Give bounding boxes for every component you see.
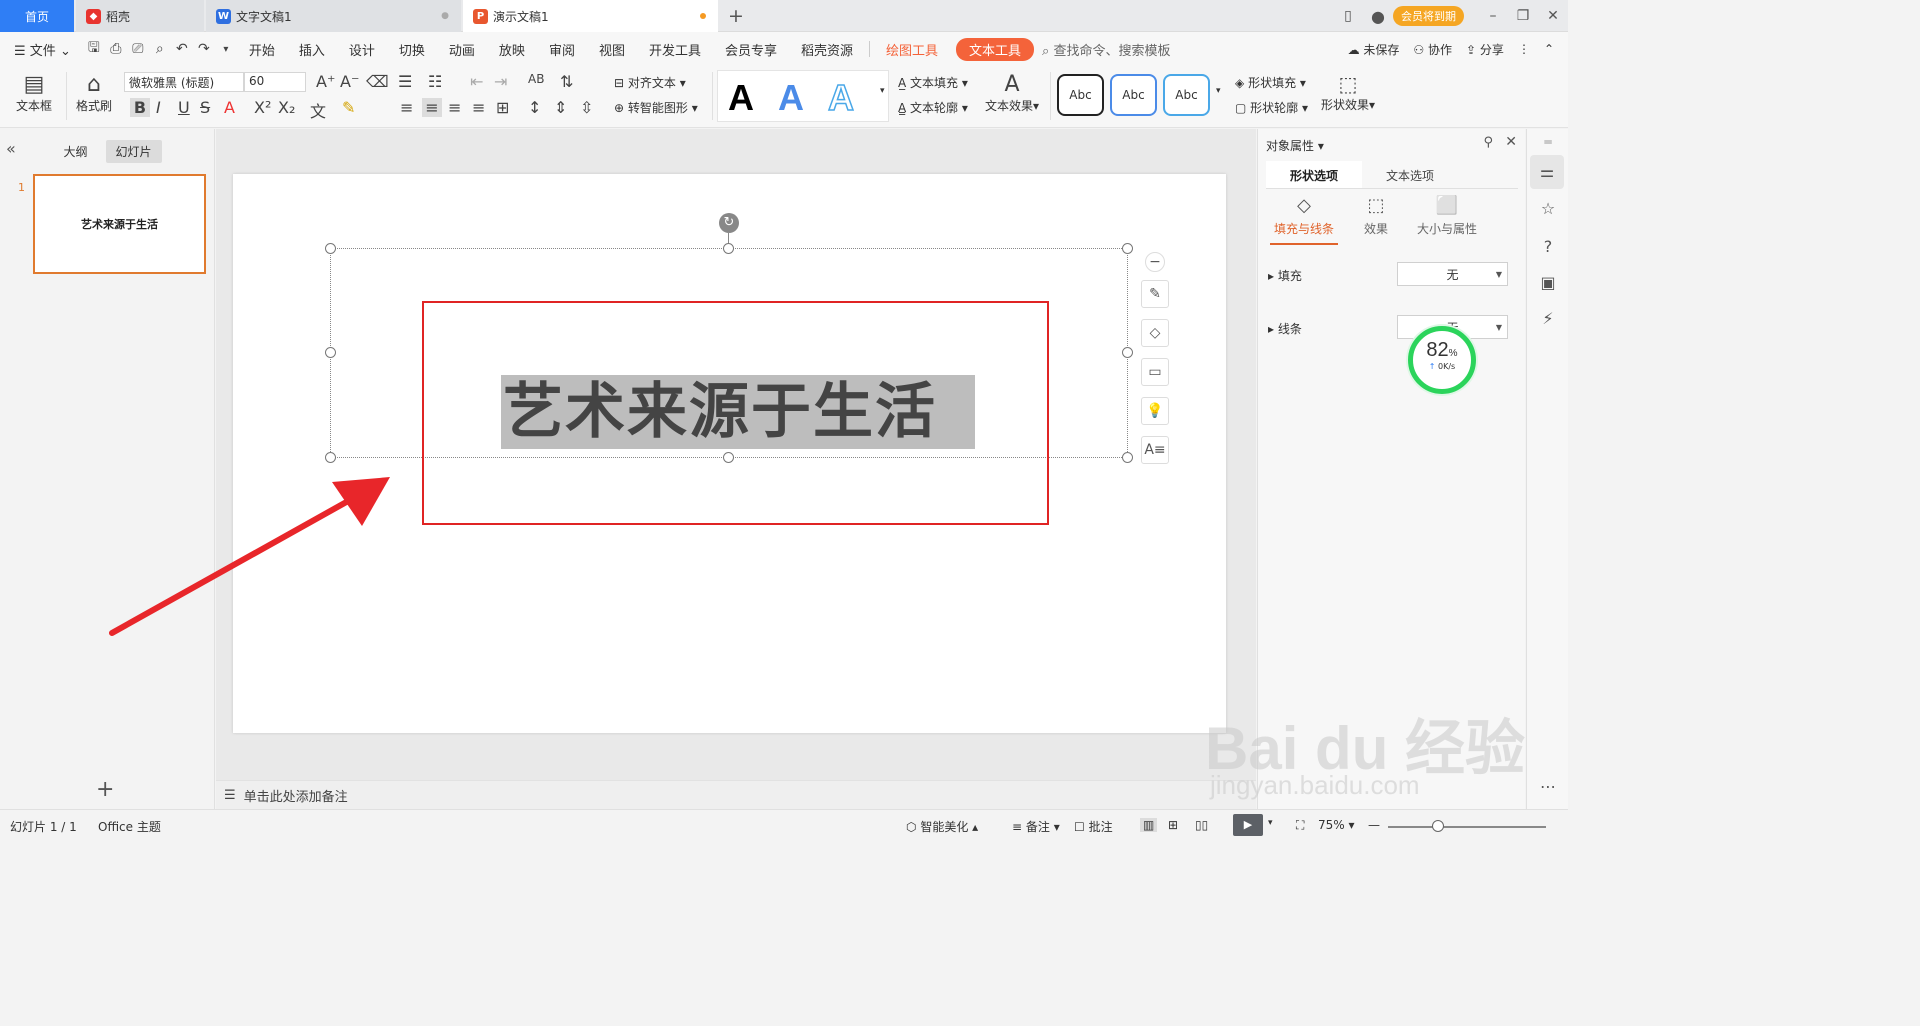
notes-icon: ☰ (224, 787, 236, 803)
fill-bucket-icon: ◇ (1297, 195, 1311, 216)
zoom-out-icon[interactable]: — (1368, 818, 1380, 832)
reading-view-icon[interactable]: ▯▯ (1195, 818, 1208, 832)
beautify-icon: ⬡ (906, 820, 917, 834)
tab-text-options[interactable]: 文本选项 (1362, 161, 1458, 188)
zoom-slider-knob[interactable] (1432, 820, 1444, 832)
theme-name[interactable]: Office 主题 (98, 818, 161, 835)
size-icon: ⬜ (1435, 195, 1459, 216)
right-rail: ═ ⚌ ☆ ? ▣ ⚡ ⋯ (1526, 129, 1568, 809)
subtab-effect-label: 效果 (1363, 222, 1388, 236)
lightning-icon[interactable]: ⚡ (1538, 309, 1558, 328)
network-speed-widget[interactable]: 82% ↑ 0K/s (1408, 326, 1476, 394)
line-label: 线条 (1277, 322, 1302, 336)
comments-button[interactable]: ☐ 批注 (1074, 818, 1113, 835)
speed-rate: 0K/s (1438, 362, 1456, 371)
fill-select[interactable]: 无 ▼ (1397, 262, 1508, 286)
fill-value: 无 (1446, 267, 1459, 282)
tab-shape-options[interactable]: 形状选项 (1266, 161, 1363, 188)
subtab-indicator (1270, 243, 1338, 245)
gallery-icon[interactable]: ▣ (1538, 273, 1558, 292)
properties-title-label: 对象属性 (1266, 139, 1315, 153)
speed-percent-unit: % (1448, 348, 1458, 359)
fill-section-toggle[interactable]: ▸ 填充 (1268, 267, 1302, 284)
drag-handle-icon[interactable]: ═ (1538, 135, 1558, 149)
close-panel-icon[interactable]: ✕ (1505, 134, 1517, 150)
star-icon[interactable]: ☆ (1538, 199, 1558, 218)
notes-toggle-icon: ≡ (1012, 820, 1023, 834)
notes-toggle-button[interactable]: ≡ 备注 ▾ (1012, 818, 1060, 835)
line-section-toggle[interactable]: ▸ 线条 (1268, 320, 1302, 337)
beautify-label: 智能美化 (920, 820, 969, 834)
comments-label: 批注 (1088, 820, 1113, 834)
subtab-fill-line-label: 填充与线条 (1273, 222, 1334, 236)
sorter-view-icon[interactable]: ⊞ (1168, 818, 1178, 832)
beautify-button[interactable]: ⬡ 智能美化 ▴ (906, 818, 978, 835)
notes-bar[interactable]: ☰ 单击此处添加备注 (216, 780, 1256, 809)
subtab-size-label: 大小与属性 (1416, 222, 1477, 236)
zoom-level[interactable]: 75% ▾ (1318, 818, 1355, 832)
fill-label: 填充 (1277, 269, 1302, 283)
chevron-down-icon: ▼ (1495, 269, 1502, 279)
play-slideshow-button[interactable]: ▶ (1233, 814, 1263, 836)
play-options-icon[interactable]: ▾ (1268, 818, 1273, 828)
upload-arrow-icon: ↑ (1428, 362, 1436, 371)
zoom-slider[interactable] (1388, 826, 1546, 828)
zoom-value: 75% (1318, 818, 1345, 832)
notes-placeholder: 单击此处添加备注 (243, 789, 348, 805)
status-bar: 幻灯片 1 / 1 Office 主题 ⬡ 智能美化 ▴ ≡ 备注 ▾ ☐ 批注… (0, 809, 1568, 839)
watermark-url: jingyan.baidu.com (1210, 770, 1420, 800)
properties-title[interactable]: 对象属性 ▾ (1266, 137, 1324, 154)
chevron-down-icon: ▼ (1495, 322, 1502, 332)
speed-percent: 82 (1426, 339, 1449, 361)
subtab-effect[interactable]: ⬚ 效果 (1336, 195, 1416, 237)
pin-icon[interactable]: ⚲ (1483, 135, 1493, 150)
fit-window-icon[interactable]: ⛶ (1296, 818, 1304, 833)
effect-icon: ⬚ (1367, 195, 1385, 216)
notes-toggle-label: 备注 (1025, 820, 1050, 834)
more-rail-icon[interactable]: ⋯ (1538, 777, 1558, 796)
comment-icon: ☐ (1074, 820, 1085, 834)
help-icon[interactable]: ? (1538, 237, 1558, 256)
subtab-fill-line[interactable]: ◇ 填充与线条 (1264, 195, 1344, 237)
properties-sliders-icon[interactable]: ⚌ (1530, 155, 1564, 189)
subtab-size[interactable]: ⬜ 大小与属性 (1406, 195, 1488, 237)
slide-counter: 幻灯片 1 / 1 (10, 820, 77, 834)
normal-view-icon[interactable]: ▥ (1140, 818, 1158, 832)
